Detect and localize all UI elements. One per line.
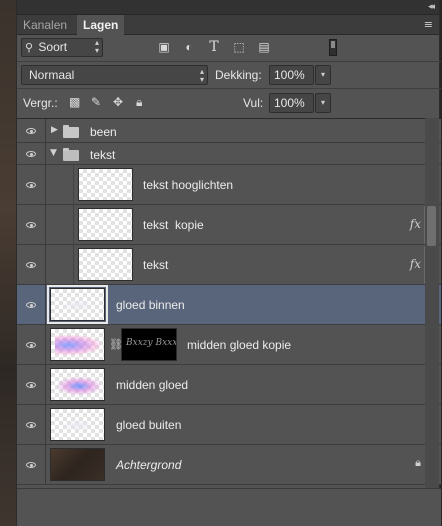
panel-titlebar: ◂◂ xyxy=(17,0,439,15)
lock-transparency-icon[interactable]: ▩ xyxy=(69,96,80,109)
layer-name: gloed binnen xyxy=(116,298,185,312)
type-filter-icon[interactable]: T xyxy=(207,40,221,54)
image-filter-icon[interactable]: ▣ xyxy=(157,40,171,54)
layer-row[interactable]: tekst fx xyxy=(17,245,441,285)
shape-filter-icon[interactable]: ⬚ xyxy=(232,40,246,54)
lock-paint-icon[interactable]: ✎ xyxy=(91,96,101,109)
visibility-eye-icon[interactable] xyxy=(17,119,45,142)
tab-layers[interactable]: Lagen xyxy=(77,15,125,35)
layer-name: tekst xyxy=(143,258,169,272)
adjustment-filter-icon[interactable]: ◐ xyxy=(182,40,196,54)
layer-name: Achtergrond xyxy=(116,458,182,472)
layer-thumbnail[interactable] xyxy=(78,208,133,241)
scrollbar-thumb[interactable] xyxy=(427,206,436,246)
layer-row[interactable]: midden gloed xyxy=(17,365,441,405)
select-spinner-icon: ▴ ▾ xyxy=(199,67,204,84)
visibility-eye-icon[interactable] xyxy=(17,205,45,244)
opacity-field[interactable]: 100% xyxy=(269,65,314,85)
folder-icon xyxy=(63,125,79,138)
layer-thumbnail[interactable] xyxy=(50,448,105,481)
mask-preview-text: Bxxzy Bxxxt xyxy=(126,338,177,348)
filter-bar: ⚲ Soort ▴ ▾ ▣ ◐ T ⬚ ▤ xyxy=(17,36,441,61)
visibility-eye-icon[interactable] xyxy=(17,285,45,324)
visibility-eye-icon[interactable] xyxy=(17,445,45,484)
smart-object-filter-icon[interactable]: ▤ xyxy=(257,40,271,54)
fill-dropdown-button[interactable]: ▾ xyxy=(315,93,331,113)
folder-open-icon xyxy=(63,148,79,161)
fill-field[interactable]: 100% xyxy=(269,93,314,113)
layer-thumbnail[interactable] xyxy=(78,168,133,201)
filter-kind-select[interactable]: ⚲ Soort ▴ ▾ xyxy=(21,38,103,57)
layer-name: gloed buiten xyxy=(116,418,182,432)
visibility-eye-icon[interactable] xyxy=(17,143,45,164)
layer-effects-fx-icon[interactable]: fx xyxy=(410,257,421,271)
visibility-eye-icon[interactable] xyxy=(17,325,45,364)
visibility-eye-icon[interactable] xyxy=(17,365,45,404)
layer-row[interactable]: ⛓ Bxxzy Bxxxt midden gloed kopie xyxy=(17,325,441,365)
layer-effects-fx-icon[interactable]: fx xyxy=(410,217,421,231)
search-icon: ⚲ xyxy=(25,42,34,54)
lock-label: Vergr.: xyxy=(23,96,58,110)
panel-tabs: Kanalen Lagen ≡ xyxy=(17,15,439,35)
filter-kind-label: Soort xyxy=(38,40,68,54)
blend-bar: Normaal ▴ ▾ Dekking: 100% ▾ xyxy=(17,62,441,88)
layer-list-scrollbar[interactable] xyxy=(425,118,439,488)
visibility-eye-icon[interactable] xyxy=(17,405,45,444)
collapse-arrow-icon[interactable]: ▼ xyxy=(50,148,57,158)
layer-thumbnail[interactable] xyxy=(50,328,105,361)
opacity-dropdown-button[interactable]: ▾ xyxy=(315,65,331,85)
panel-footer xyxy=(17,488,441,526)
lock-icon: 🔒︎ xyxy=(415,457,421,469)
layer-row[interactable]: tekst kopie fx xyxy=(17,205,441,245)
blend-mode-select[interactable]: Normaal ▴ ▾ xyxy=(21,65,208,85)
layer-name: midden gloed xyxy=(116,378,189,392)
fill-label: Vul: xyxy=(243,96,264,110)
layer-name: tekst hooglichten xyxy=(143,178,234,192)
layer-thumbnail[interactable] xyxy=(78,248,133,281)
layer-name: tekst kopie xyxy=(143,218,204,232)
document-canvas-edge xyxy=(0,0,16,526)
layer-thumbnail[interactable] xyxy=(50,408,105,441)
layer-name: tekst xyxy=(90,148,116,162)
visibility-eye-icon[interactable] xyxy=(17,165,45,204)
layers-panel: ◂◂ Kanalen Lagen ≡ ⚲ Soort ▴ ▾ ▣ ◐ T ⬚ ▤ … xyxy=(16,0,441,526)
select-spinner-icon: ▴ ▾ xyxy=(94,38,99,55)
layer-name: midden gloed kopie xyxy=(187,338,292,352)
layer-thumbnail[interactable] xyxy=(50,368,105,401)
blend-mode-value: Normaal xyxy=(29,68,75,82)
layer-thumbnail[interactable] xyxy=(47,285,108,324)
layer-list: ▶ been ▼ tekst tekst hooglichten tekst k… xyxy=(17,118,441,488)
layer-row-selected[interactable]: gloed binnen xyxy=(17,285,441,325)
lock-position-icon[interactable]: ✥ xyxy=(113,96,123,109)
layer-row[interactable]: tekst hooglichten xyxy=(17,165,441,205)
layer-row[interactable]: gloed buiten xyxy=(17,405,441,445)
lock-bar: Vergr.: ▩ ✎ ✥ 🔒︎ Vul: 100% ▾ xyxy=(17,89,441,116)
opacity-label: Dekking: xyxy=(215,68,262,82)
collapse-panel-icon[interactable]: ◂◂ xyxy=(428,2,435,12)
layer-row-background[interactable]: Achtergrond 🔒︎ xyxy=(17,445,441,485)
lock-all-icon[interactable]: 🔒︎ xyxy=(136,96,142,109)
filter-toggle-switch[interactable] xyxy=(329,39,337,56)
layer-row-group[interactable]: ▼ tekst xyxy=(17,143,441,165)
visibility-eye-icon[interactable] xyxy=(17,245,45,284)
tab-channels[interactable]: Kanalen xyxy=(17,15,73,35)
layer-name: been xyxy=(90,125,117,139)
panel-menu-icon[interactable]: ≡ xyxy=(424,18,433,31)
layer-mask-thumbnail[interactable]: Bxxzy Bxxxt xyxy=(121,328,177,361)
layer-row-group[interactable]: ▶ been xyxy=(17,119,441,143)
expand-arrow-icon[interactable]: ▶ xyxy=(51,125,58,135)
